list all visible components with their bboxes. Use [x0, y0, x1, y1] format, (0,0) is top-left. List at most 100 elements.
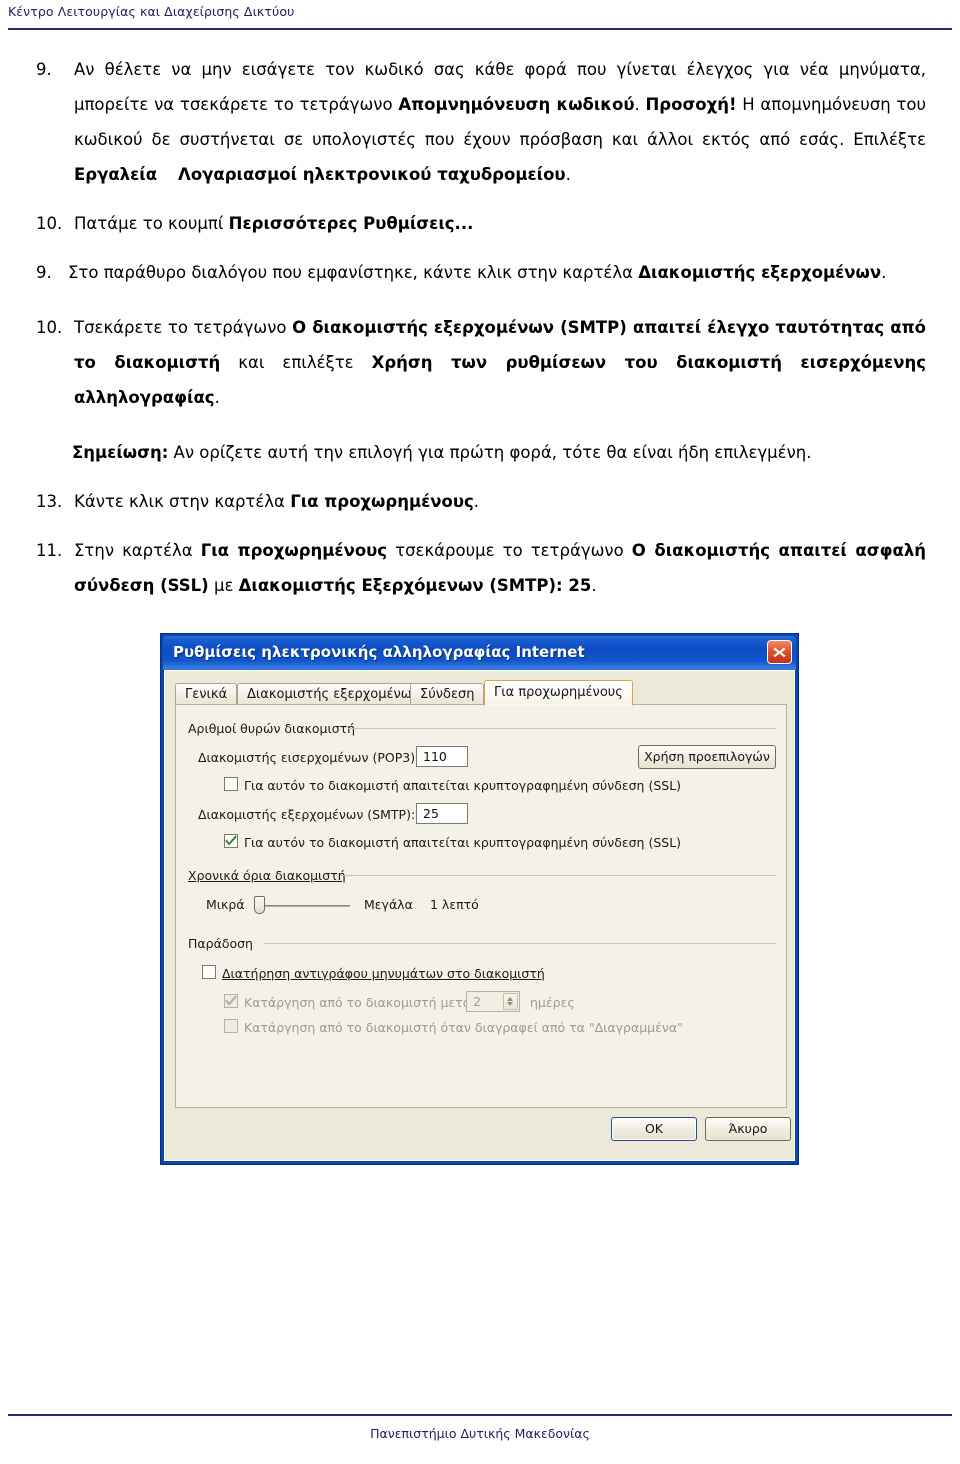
- text-run: Αν ορίζετε αυτή την επιλογή για πρώτη φο…: [168, 443, 812, 462]
- text-strong: Απομνημόνευση κωδικού: [398, 95, 635, 114]
- footer-divider: [8, 1414, 952, 1416]
- text-run: με: [208, 576, 239, 595]
- group-label-timeouts: Χρονικά όρια διακομιστή: [188, 868, 352, 883]
- text-strong: Διακομιστής Εξερχόμενων (SMTP): 25: [238, 576, 592, 595]
- pop3-ssl-checkbox[interactable]: [224, 777, 238, 791]
- list-text: Τσεκάρετε το τετράγωνο Ο διακομιστής εξε…: [74, 310, 926, 415]
- timeout-value-label: 1 λεπτό: [430, 897, 479, 912]
- smtp-ssl-checkbox[interactable]: [224, 834, 238, 848]
- smtp-ssl-label: Για αυτόν το διακομιστή απαιτείται κρυπτ…: [244, 835, 682, 850]
- footer-text: Πανεπιστήμιο Δυτικής Μακεδονίας: [370, 1426, 590, 1441]
- smtp-port-label: Διακομιστής εξερχομένων (SMTP):: [198, 807, 416, 822]
- text-run: Στο παράθυρο διαλόγου που εμφανίστηκε, κ…: [68, 263, 639, 282]
- list-text: Στην καρτέλα Για προχωρημένους τσεκάρουμ…: [74, 533, 926, 603]
- stepper-buttons[interactable]: [503, 993, 518, 1010]
- keep-copy-label: Διατήρηση αντιγράφου μηνυμάτων στο διακο…: [222, 966, 545, 981]
- timeout-slider-thumb[interactable]: [254, 896, 265, 914]
- text-run: και επιλέξτε: [220, 353, 372, 372]
- list-number: 13.: [36, 492, 63, 511]
- document-body: 9. Αν θέλετε να μην εισάγετε τον κωδικό …: [0, 52, 960, 603]
- group-line-ports: [348, 728, 776, 729]
- group-label-timeouts-text: Χρονικά όρια διακομιστή: [188, 868, 346, 883]
- text-run: .: [634, 95, 646, 114]
- header-divider: [8, 28, 952, 30]
- group-label-ports: Αριθμοί θυρών διακομιστή: [188, 721, 362, 736]
- text-strong: Λογαριασμοί ηλεκτρονικού ταχυδρομείου: [178, 165, 566, 184]
- stepper-down-icon[interactable]: [507, 1002, 513, 1006]
- tab-connection[interactable]: Σύνδεση: [410, 683, 485, 705]
- text-run: .: [473, 492, 480, 511]
- smtp-port-input[interactable]: 25: [416, 803, 468, 824]
- email-settings-dialog: Ρυθμίσεις ηλεκτρονικής αλληλογραφίας Int…: [160, 633, 799, 1165]
- keep-copy-checkbox[interactable]: [202, 965, 216, 979]
- dialog-title: Ρυθμίσεις ηλεκτρονικής αλληλογραφίας Int…: [173, 643, 585, 661]
- group-line-delivery: [264, 943, 776, 944]
- list-text: Πατάμε το κουμπί Περισσότερες Ρυθμίσεις.…: [74, 206, 926, 241]
- stepper-up-icon[interactable]: [507, 997, 513, 1001]
- list-item-9b: 9. Στο παράθυρο διαλόγου που εμφανίστηκε…: [0, 255, 960, 290]
- pop3-port-input[interactable]: 110: [416, 746, 468, 767]
- note-label: Σημείωση:: [72, 443, 169, 462]
- text-run: .: [591, 576, 597, 595]
- list-text: Αν θέλετε να μην εισάγετε τον κωδικό σας…: [74, 52, 926, 192]
- remove-deleted-label: Κατάργηση από το διακομιστή όταν διαγραφ…: [244, 1020, 683, 1035]
- close-icon[interactable]: [767, 640, 792, 664]
- page-header: Κέντρο Λειτουργίας και Διαχείρισης Δικτύ…: [0, 0, 960, 44]
- use-defaults-button[interactable]: Χρήση προεπιλογών: [638, 745, 776, 769]
- list-item-13: 13. Κάντε κλικ στην καρτέλα Για προχωρημ…: [0, 484, 960, 519]
- list-number: 9.: [36, 60, 52, 79]
- cancel-button[interactable]: Άκυρο: [705, 1117, 791, 1141]
- list-number: 11.: [36, 541, 63, 560]
- text-run: .: [214, 388, 220, 407]
- text-run: τσεκάρουμε το τετράγωνο: [387, 541, 632, 560]
- list-number: 9.: [36, 263, 52, 282]
- text-run: Στην καρτέλα: [74, 541, 201, 560]
- text-run: Πατάμε το κουμπί: [74, 214, 229, 233]
- remove-deleted-checkbox[interactable]: [224, 1019, 238, 1033]
- timeout-long-label: Μεγάλα: [364, 897, 413, 912]
- text-strong: Περισσότερες Ρυθμίσεις...: [228, 214, 474, 233]
- pop3-ssl-label: Για αυτόν το διακομιστή απαιτείται κρυπτ…: [244, 778, 682, 793]
- keep-copy-label-text: Διατήρηση αντιγράφου μηνυμάτων στο διακο…: [222, 966, 545, 981]
- dialog-client-area: Γενικά Διακομιστής εξερχομένων Σύνδεση Γ…: [164, 670, 795, 1161]
- tab-advanced[interactable]: Για προχωρημένους: [484, 680, 633, 706]
- page-footer: Πανεπιστήμιο Δυτικής Μακεδονίας: [0, 1414, 960, 1464]
- tab-genika[interactable]: Γενικά: [175, 683, 238, 705]
- text-run: Τσεκάρετε το τετράγωνο: [74, 318, 293, 337]
- timeout-short-label: Μικρά: [206, 897, 245, 912]
- list-number: 10.: [36, 214, 63, 233]
- text-strong: Προσοχή!: [645, 95, 737, 114]
- group-label-delivery: Παράδοση: [188, 936, 259, 951]
- remove-after-days-stepper[interactable]: 2: [466, 991, 520, 1012]
- remove-after-days-value: 2: [473, 994, 481, 1009]
- tab-outgoing-server[interactable]: Διακομιστής εξερχομένων: [237, 683, 429, 705]
- pop3-port-label-text: Διακομιστής εισερχομένων (POP3):: [198, 750, 420, 765]
- list-text: Στο παράθυρο διαλόγου που εμφανίστηκε, κ…: [68, 255, 926, 290]
- group-line-timeouts: [341, 875, 776, 876]
- text-run: Κάντε κλικ στην καρτέλα: [74, 492, 291, 511]
- remove-after-checkbox[interactable]: [224, 994, 238, 1008]
- text-run: .: [565, 165, 571, 184]
- text-run: .: [881, 263, 887, 282]
- list-item-9a: 9. Αν θέλετε να μην εισάγετε τον κωδικό …: [0, 52, 960, 192]
- list-number: 10.: [36, 318, 63, 337]
- note-paragraph: Σημείωση: Αν ορίζετε αυτή την επιλογή γι…: [0, 435, 960, 470]
- list-text: Κάντε κλικ στην καρτέλα Για προχωρημένου…: [74, 484, 926, 519]
- list-item-11: 11. Στην καρτέλα Για προχωρημένους τσεκά…: [0, 533, 960, 603]
- pop3-port-label: Διακομιστής εισερχομένων (POP3):: [198, 750, 419, 765]
- dialog-titlebar[interactable]: Ρυθμίσεις ηλεκτρονικής αλληλογραφίας Int…: [163, 636, 796, 670]
- text-strong: Εργαλεία: [74, 165, 158, 184]
- list-item-10a: 10. Πατάμε το κουμπί Περισσότερες Ρυθμίσ…: [0, 206, 960, 241]
- text-run: [157, 165, 178, 184]
- list-item-10b: 10. Τσεκάρετε το τετράγωνο Ο διακομιστής…: [0, 310, 960, 415]
- text-strong: Διακομιστής εξερχομένων: [638, 263, 882, 282]
- timeout-slider-track[interactable]: [260, 905, 350, 907]
- remove-after-label: Κατάργηση από το διακομιστή μετά από: [244, 995, 499, 1010]
- ok-button[interactable]: OK: [611, 1117, 697, 1141]
